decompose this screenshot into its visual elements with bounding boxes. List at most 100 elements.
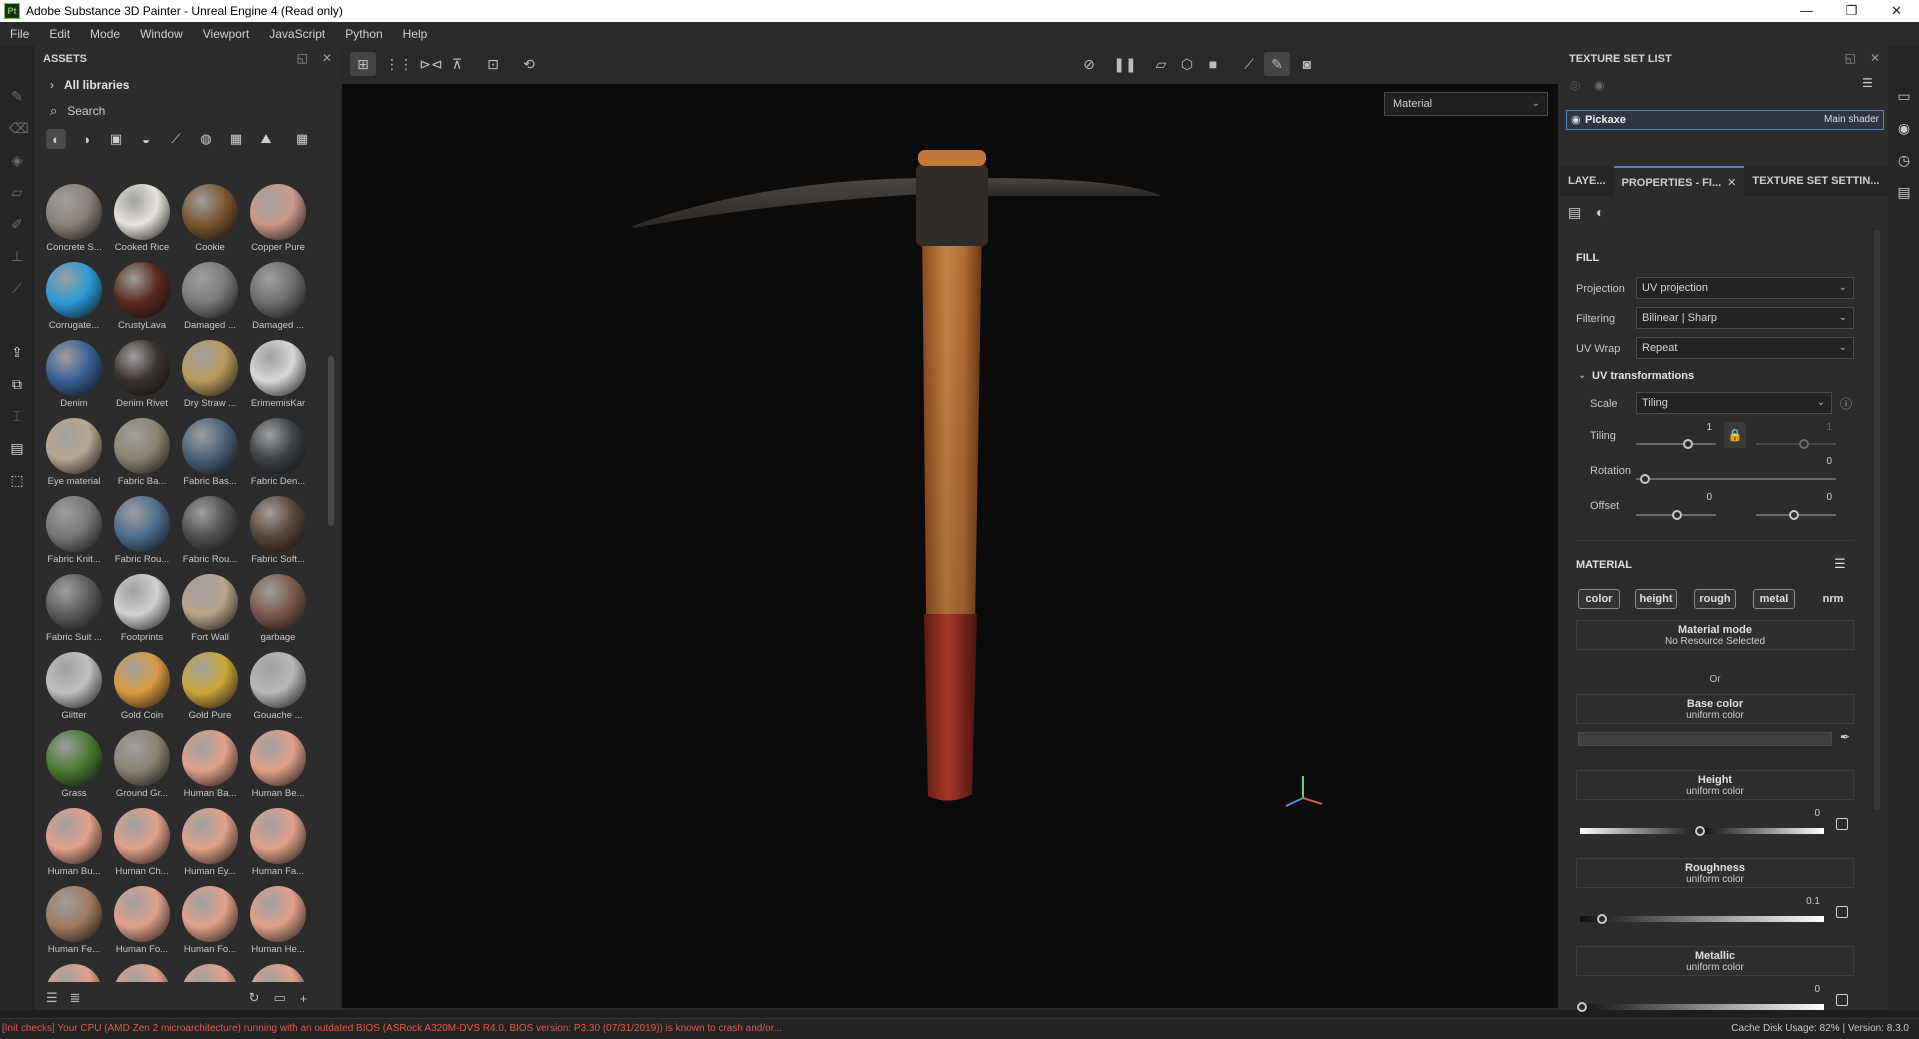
material-mode-slot[interactable]: Material mode No Resource Selected bbox=[1576, 620, 1854, 650]
menu-viewport[interactable]: Viewport bbox=[193, 27, 259, 41]
asset-item[interactable] bbox=[40, 964, 108, 982]
measure-icon[interactable]: ⌶ bbox=[9, 408, 25, 424]
masks-filter-icon[interactable]: ◒ bbox=[136, 129, 156, 149]
menu-javascript[interactable]: JavaScript bbox=[259, 27, 335, 41]
height-slot[interactable]: Height uniform color bbox=[1576, 770, 1854, 800]
asset-item[interactable]: CrustyLava bbox=[108, 262, 176, 340]
offset-slider-handle-1[interactable] bbox=[1672, 510, 1682, 520]
asset-item[interactable]: Denim bbox=[40, 340, 108, 418]
tiling-slider-handle[interactable] bbox=[1683, 439, 1693, 449]
asset-item[interactable]: Concrete S... bbox=[40, 184, 108, 262]
roughness-slider-handle[interactable] bbox=[1597, 914, 1607, 924]
visibility-icon[interactable]: ◉ bbox=[1594, 78, 1604, 92]
shader-icon[interactable]: ◉ bbox=[1896, 120, 1912, 136]
asset-item[interactable]: Fabric Ba... bbox=[108, 418, 176, 496]
texture-set-row[interactable]: ◉ Pickaxe Main shader bbox=[1566, 110, 1884, 130]
paint-mode-icon[interactable]: ✎ bbox=[1264, 52, 1290, 76]
menu-edit[interactable]: Edit bbox=[39, 27, 80, 41]
export-icon[interactable]: ⇪ bbox=[9, 344, 25, 360]
scale-select[interactable]: Tiling ⌄ bbox=[1636, 392, 1832, 414]
random-icon[interactable] bbox=[1836, 906, 1848, 918]
material-options-icon[interactable]: ☰ bbox=[1834, 556, 1846, 572]
3d-view-icon[interactable]: ⬡ bbox=[1174, 52, 1200, 76]
asset-search-input[interactable]: ⌕ Search bbox=[34, 98, 340, 124]
asset-item[interactable]: Fabric Bas... bbox=[176, 418, 244, 496]
asset-item[interactable]: Human He... bbox=[244, 886, 312, 964]
hide-icon[interactable]: ⊘ bbox=[1076, 52, 1102, 76]
menu-help[interactable]: Help bbox=[393, 27, 438, 41]
asset-item[interactable]: Cooked Rice bbox=[108, 184, 176, 262]
textures-filter-icon[interactable]: ▣ bbox=[106, 129, 126, 149]
box-icon[interactable]: ⬚ bbox=[9, 472, 25, 488]
asset-item[interactable]: ErimemisKar bbox=[244, 340, 312, 418]
asset-item[interactable]: Damaged ... bbox=[176, 262, 244, 340]
tiling-slider-track[interactable] bbox=[1636, 443, 1716, 445]
close-panel-icon[interactable]: ✕ bbox=[322, 51, 332, 65]
asset-item[interactable]: Fabric Suit ... bbox=[40, 574, 108, 652]
menu-file[interactable]: File bbox=[0, 27, 39, 41]
asset-item[interactable]: Fabric Rou... bbox=[176, 496, 244, 574]
particles-filter-icon[interactable]: ◍ bbox=[196, 129, 216, 149]
2d-view-icon[interactable]: ▱ bbox=[1148, 52, 1174, 76]
eye-icon[interactable]: ◉ bbox=[1571, 113, 1581, 126]
materials-filter-icon[interactable]: ◐ bbox=[46, 129, 66, 149]
history-icon[interactable]: ◷ bbox=[1896, 152, 1912, 168]
lock-icon[interactable]: 🔒 bbox=[1724, 422, 1746, 448]
smudge-icon[interactable]: ✐ bbox=[9, 216, 25, 232]
asset-item[interactable]: Fabric Soft... bbox=[244, 496, 312, 574]
metallic-slider-handle[interactable] bbox=[1577, 1002, 1587, 1012]
rotation-slider-handle[interactable] bbox=[1640, 474, 1650, 484]
fill-layer-icon[interactable]: ▤ bbox=[1568, 204, 1581, 221]
color-picker-icon[interactable]: ⟋ bbox=[9, 280, 25, 296]
library-selector[interactable]: › All libraries bbox=[34, 72, 340, 98]
random-icon[interactable] bbox=[1836, 818, 1848, 830]
3d-viewport[interactable] bbox=[340, 82, 1560, 1010]
asset-item[interactable]: Gouache ... bbox=[244, 652, 312, 730]
folder-icon[interactable]: ▭ bbox=[273, 990, 285, 1006]
asset-item[interactable]: Human Fo... bbox=[108, 886, 176, 964]
hide-eye-icon[interactable]: ◎ bbox=[1570, 78, 1580, 92]
asset-item[interactable]: Cookie bbox=[176, 184, 244, 262]
asset-item[interactable]: Eye material bbox=[40, 418, 108, 496]
comment-icon[interactable]: ▭ bbox=[1896, 88, 1912, 104]
brushes-filter-icon[interactable]: ⟋ bbox=[166, 129, 186, 149]
eraser-icon[interactable]: ⌫ bbox=[9, 120, 29, 136]
menu-mode[interactable]: Mode bbox=[80, 27, 130, 41]
log-icon[interactable]: ▤ bbox=[1896, 184, 1912, 200]
asset-item[interactable]: Grass bbox=[40, 730, 108, 808]
asset-item[interactable]: Human Fa... bbox=[244, 808, 312, 886]
uvwrap-select[interactable]: Repeat ⌄ bbox=[1636, 337, 1854, 359]
grid-view-icon[interactable]: ▦ bbox=[292, 129, 312, 149]
add-icon[interactable]: + bbox=[300, 991, 308, 1006]
offset-slider-handle-2[interactable] bbox=[1789, 510, 1799, 520]
asset-item[interactable]: Copper Pure bbox=[244, 184, 312, 262]
channel-height-toggle[interactable]: height bbox=[1635, 589, 1677, 609]
eyedropper-icon[interactable]: ✒ bbox=[1840, 730, 1850, 744]
smart-materials-filter-icon[interactable]: ◑ bbox=[76, 129, 96, 149]
metallic-slot[interactable]: Metallic uniform color bbox=[1576, 946, 1854, 976]
environment-filter-icon[interactable]: ⛰ bbox=[256, 129, 276, 149]
uv-transformations-title[interactable]: UV transformations bbox=[1592, 370, 1694, 382]
filtering-select[interactable]: Bilinear | Sharp ⌄ bbox=[1636, 307, 1854, 329]
menu-lines-icon[interactable]: ☰ bbox=[1862, 76, 1873, 90]
asset-item[interactable]: Denim Rivet bbox=[108, 340, 176, 418]
roughness-slider-track[interactable] bbox=[1580, 916, 1824, 922]
asset-item[interactable]: Ground Gr... bbox=[108, 730, 176, 808]
tab-properties[interactable]: PROPERTIES - FI... ✕ bbox=[1613, 166, 1745, 196]
float-panel-icon[interactable]: ◱ bbox=[297, 51, 308, 65]
asset-item[interactable] bbox=[176, 964, 244, 982]
close-tab-icon[interactable]: ✕ bbox=[1721, 177, 1736, 189]
asset-item[interactable]: garbage bbox=[244, 574, 312, 652]
tab-texture-set-settings[interactable]: TEXTURE SET SETTIN... bbox=[1744, 166, 1887, 196]
metallic-slider-track[interactable] bbox=[1580, 1004, 1824, 1010]
alphas-filter-icon[interactable]: ▦ bbox=[226, 129, 246, 149]
maximize-button[interactable]: ❐ bbox=[1829, 0, 1874, 22]
asset-item[interactable]: Human Fe... bbox=[40, 886, 108, 964]
asset-item[interactable] bbox=[244, 964, 312, 982]
close-window-button[interactable]: ✕ bbox=[1874, 0, 1919, 22]
document-icon[interactable]: ▤ bbox=[9, 440, 25, 456]
asset-item[interactable]: Fort Wall bbox=[176, 574, 244, 652]
asset-item[interactable]: Human Ba... bbox=[176, 730, 244, 808]
bake-icon[interactable]: ⧉ bbox=[9, 376, 25, 392]
paint-brush-icon[interactable]: ✎ bbox=[9, 88, 25, 104]
